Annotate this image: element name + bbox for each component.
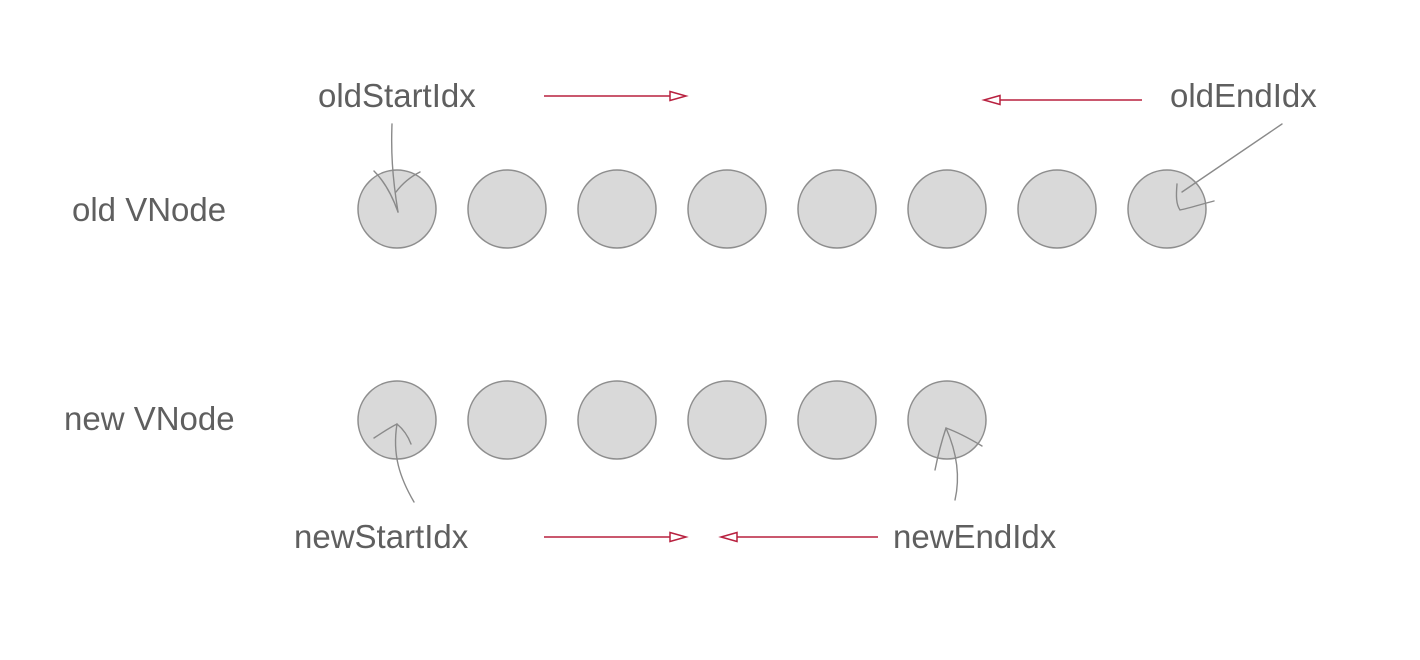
new-start-idx-label: newStartIdx [294,518,469,555]
old-end-idx-label: oldEndIdx [1170,77,1317,114]
old-start-arrow [544,90,689,102]
old-vnode-node-4 [687,169,767,249]
new-vnode-node-5 [797,380,877,460]
old-vnode-node-3 [577,169,657,249]
new-start-arrow [544,531,689,543]
old-start-idx-label: oldStartIdx [318,77,476,114]
new-vnode-node-4 [687,380,767,460]
old-vnode-node-8 [1127,169,1207,249]
old-vnode-node-6 [907,169,987,249]
old-end-arrow [981,94,1142,106]
new-vnode-label: new VNode [64,400,235,437]
old-vnode-label: old VNode [72,191,226,228]
new-vnode-node-6 [907,380,987,460]
new-vnode-row [357,380,987,460]
new-vnode-node-3 [577,380,657,460]
new-vnode-node-1 [357,380,437,460]
old-vnode-node-5 [797,169,877,249]
old-vnode-row [357,169,1207,249]
vnode-diff-diagram: old VNode new VNode oldStartIdx oldEndId… [64,77,1317,555]
new-end-idx-label: newEndIdx [893,518,1057,555]
old-vnode-node-2 [467,169,547,249]
new-end-arrow [718,531,878,543]
old-vnode-node-7 [1017,169,1097,249]
new-vnode-node-2 [467,380,547,460]
